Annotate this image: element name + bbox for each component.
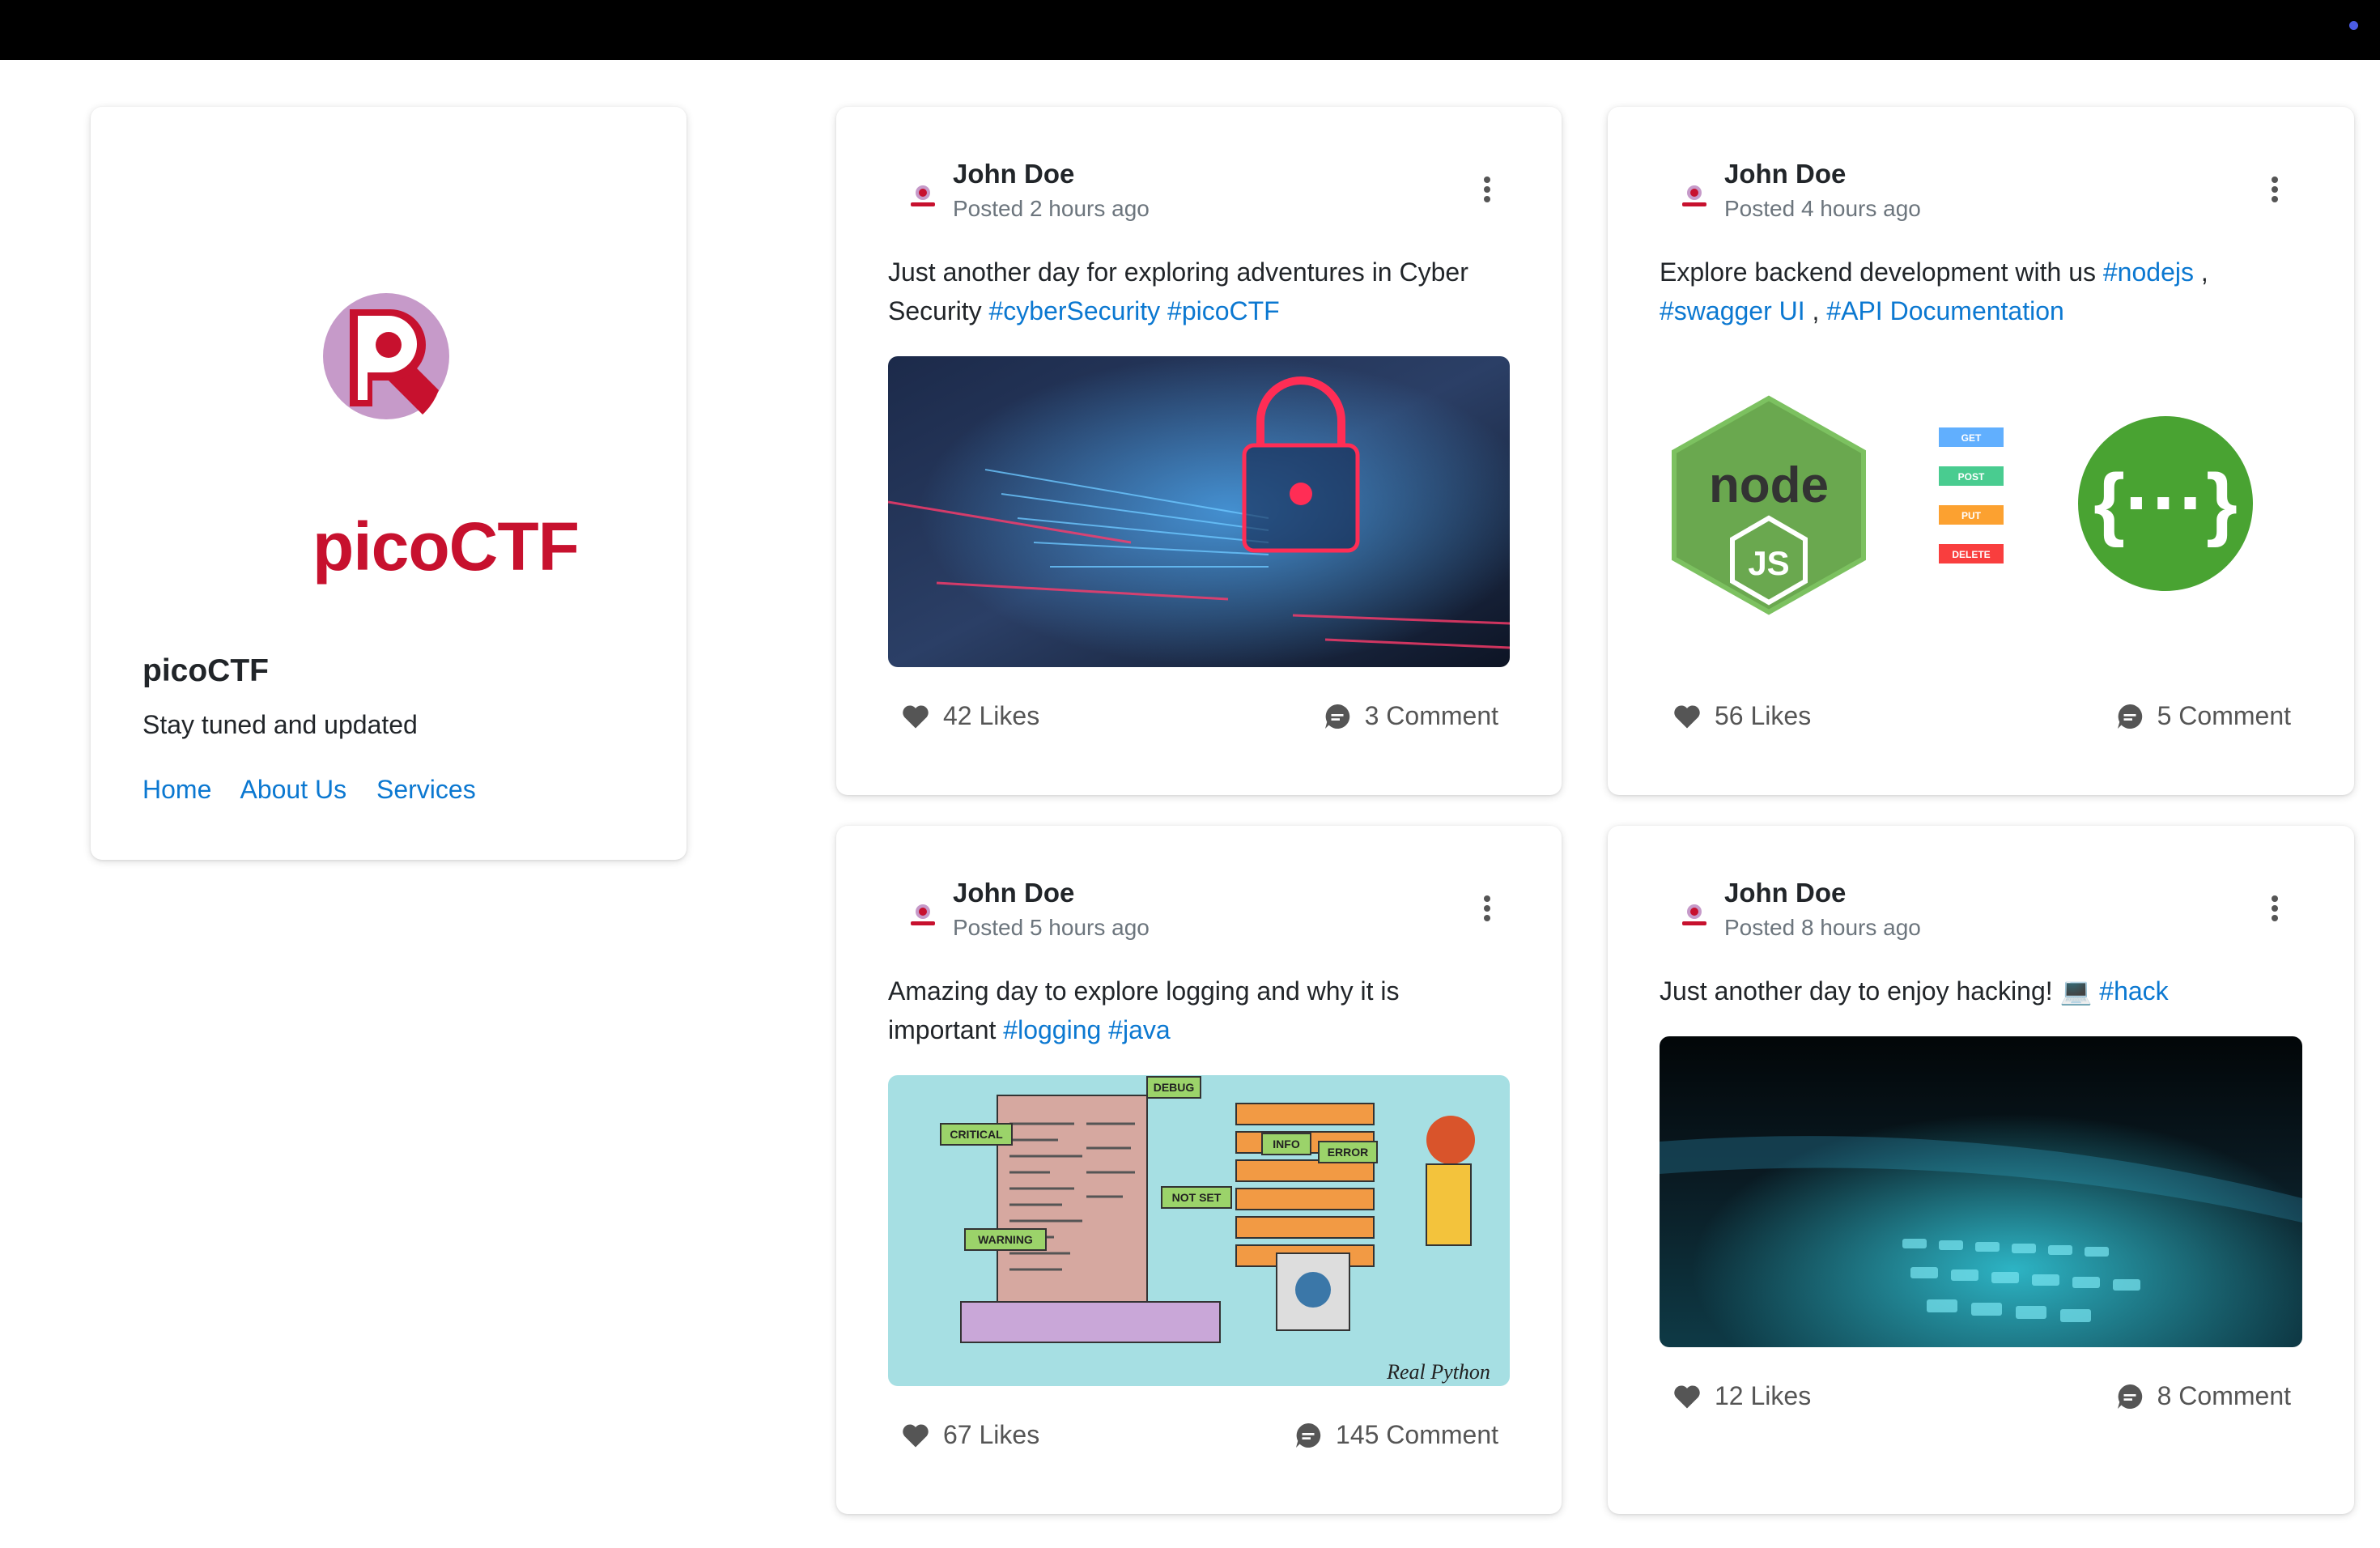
like-button[interactable]: 42 Likes	[901, 701, 1039, 731]
like-button[interactable]: 56 Likes	[1672, 701, 1811, 731]
tag-separator: ,	[1804, 296, 1820, 325]
log-level-tag: INFO	[1273, 1138, 1300, 1150]
comment-icon	[2117, 1384, 2142, 1409]
method-label: DELETE	[1952, 549, 1990, 560]
likes-count: 12 Likes	[1715, 1381, 1812, 1410]
picoctf-logo-icon	[323, 293, 449, 419]
log-level-tag: ERROR	[1328, 1146, 1369, 1159]
log-level-tag: CRITICAL	[950, 1128, 1003, 1141]
post-author[interactable]: John Doe	[953, 159, 1074, 189]
like-button[interactable]: 67 Likes	[901, 1420, 1039, 1450]
picoctf-logo: picoCTF	[261, 293, 617, 633]
log-level-tag: DEBUG	[1154, 1081, 1195, 1094]
profile-nav: Home About Us Services	[142, 775, 499, 805]
node-logo-text: node	[1709, 457, 1829, 513]
nav-link-about-us[interactable]: About Us	[240, 775, 346, 804]
hashtag-link[interactable]: #cyberSecurity	[988, 296, 1160, 325]
post-body: Explore backend development with us	[1660, 257, 2096, 287]
post-text: Amazing day to explore logging and why i…	[888, 972, 1455, 1049]
avatar[interactable]	[899, 173, 946, 220]
more-options-icon[interactable]	[2270, 176, 2280, 204]
more-options-icon[interactable]	[1482, 895, 1492, 923]
avatar[interactable]	[1671, 173, 1718, 220]
heart-icon	[1674, 1384, 1700, 1409]
post-text: Just another day for exploring adventure…	[888, 253, 1503, 330]
avatar[interactable]	[899, 892, 946, 939]
logo-wordmark: picoCTF	[312, 508, 580, 585]
post-time: Posted 4 hours ago	[1724, 196, 1921, 221]
heart-icon	[903, 704, 929, 729]
hashtag-link[interactable]: #hack	[2099, 976, 2168, 1006]
post-author[interactable]: John Doe	[953, 878, 1074, 908]
method-label: POST	[1958, 471, 1985, 483]
profile-card: picoCTF picoCTF Stay tuned and updated H…	[91, 107, 686, 860]
log-level-tag: NOT SET	[1172, 1191, 1222, 1204]
tag-separator: ,	[2193, 257, 2208, 287]
post-text: Just another day to enjoy hacking! 💻 #ha…	[1660, 972, 2307, 1010]
log-level-tag: WARNING	[978, 1233, 1033, 1246]
hashtag-link[interactable]: #swagger UI	[1660, 296, 1805, 325]
post-time: Posted 8 hours ago	[1724, 915, 1921, 940]
heart-icon	[903, 1423, 929, 1448]
hashtag-link[interactable]: #nodejs	[2103, 257, 2194, 287]
post-card: John Doe Posted 8 hours ago Just another…	[1608, 826, 2354, 1514]
post-image-logging[interactable]: DEBUG CRITICAL INFO ERROR NOT SET WARNIN…	[888, 1075, 1510, 1386]
method-label: PUT	[1961, 510, 1982, 521]
hashtag-link[interactable]: #picoCTF	[1167, 296, 1280, 325]
top-bar	[0, 0, 2380, 60]
avatar[interactable]	[1671, 892, 1718, 939]
profile-description: Stay tuned and updated	[142, 710, 418, 739]
status-dot	[2349, 21, 2358, 30]
real-python-brand: Real Python	[1386, 1360, 1490, 1384]
comment-icon	[1324, 704, 1349, 729]
comments-count: 5 Comment	[2157, 701, 2291, 730]
swagger-logo-text: {···}	[2093, 457, 2238, 548]
post-text: Explore backend development with us #nod…	[1660, 253, 2307, 330]
profile-title: picoCTF	[142, 653, 269, 688]
post-image-laptop[interactable]	[1660, 1036, 2302, 1347]
hashtag-link[interactable]: #logging	[1003, 1015, 1101, 1044]
post-author[interactable]: John Doe	[1724, 159, 1846, 189]
post-time: Posted 2 hours ago	[953, 196, 1150, 221]
more-options-icon[interactable]	[2270, 895, 2280, 923]
nav-link-services[interactable]: Services	[376, 775, 476, 804]
more-options-icon[interactable]	[1482, 176, 1492, 204]
post-card: John Doe Posted 2 hours ago Just another…	[836, 107, 1562, 795]
comment-button[interactable]: 3 Comment	[1323, 701, 1498, 731]
comment-button[interactable]: 8 Comment	[2115, 1381, 2291, 1411]
likes-count: 67 Likes	[943, 1420, 1040, 1449]
post-card: John Doe Posted 4 hours ago Explore back…	[1608, 107, 2354, 795]
post-author[interactable]: John Doe	[1724, 878, 1846, 908]
comments-count: 3 Comment	[1364, 701, 1498, 730]
hashtag-link[interactable]: #java	[1108, 1015, 1171, 1044]
comment-button[interactable]: 145 Comment	[1294, 1420, 1498, 1450]
comments-count: 145 Comment	[1336, 1420, 1498, 1449]
hashtag-link[interactable]: #API Documentation	[1826, 296, 2064, 325]
post-image-padlock[interactable]	[888, 356, 1510, 667]
heart-icon	[1674, 704, 1700, 729]
node-js-text: JS	[1748, 544, 1789, 582]
post-card: John Doe Posted 5 hours ago Amazing day …	[836, 826, 1562, 1514]
comment-button[interactable]: 5 Comment	[2115, 701, 2291, 731]
likes-count: 56 Likes	[1715, 701, 1812, 730]
comment-icon	[1296, 1423, 1321, 1448]
method-label: GET	[1961, 432, 1982, 444]
likes-count: 42 Likes	[943, 701, 1040, 730]
nav-link-home[interactable]: Home	[142, 775, 211, 804]
post-time: Posted 5 hours ago	[953, 915, 1150, 940]
like-button[interactable]: 12 Likes	[1672, 1381, 1811, 1411]
post-body: Just another day to enjoy hacking! 💻	[1660, 976, 2093, 1006]
post-image-nodejs-swagger[interactable]: node JS GET POST PUT DELETE {···}	[1660, 356, 2302, 667]
comments-count: 8 Comment	[2157, 1381, 2291, 1410]
comment-icon	[2117, 704, 2142, 729]
